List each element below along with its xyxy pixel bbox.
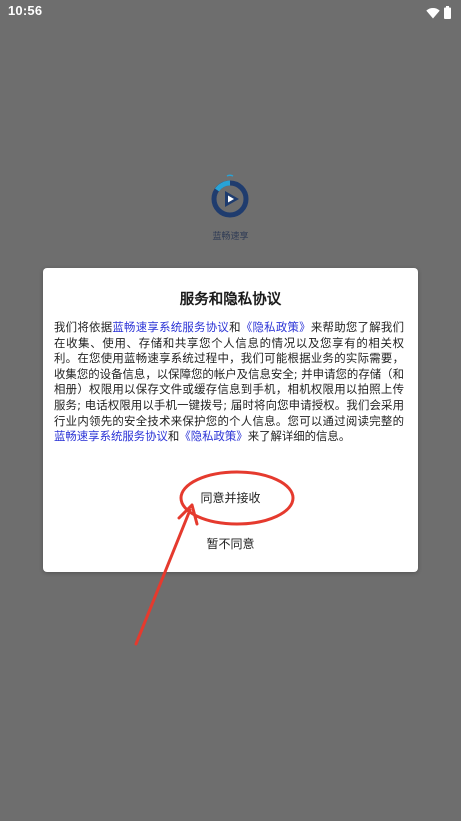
- status-bar: 10:56: [0, 0, 461, 24]
- battery-icon: [444, 4, 451, 23]
- status-icons: [426, 4, 451, 23]
- dialog-title: 服务和隐私协议: [179, 292, 282, 308]
- wifi-icon: [426, 4, 440, 23]
- app-name: 蓝畅速享: [212, 232, 249, 242]
- status-time: 10:56: [8, 3, 43, 18]
- body-text-part: 来帮助您了解我们在收集、使用、存储和共享您个人信息的情况以及您享有的相关权利。在…: [54, 320, 404, 428]
- privacy-dialog: 服务和隐私协议 我们将依据蓝畅速享系统服务协议和《隐私政策》来帮助您了解我们在收…: [43, 268, 418, 572]
- body-text-part: 来了解详细的信息。: [247, 429, 351, 444]
- body-text-part: 和: [229, 320, 241, 334]
- service-agreement-link[interactable]: 蓝畅速享系统服务协议: [112, 320, 229, 334]
- app-logo-icon: [210, 174, 250, 222]
- body-text-part: 和: [167, 429, 180, 444]
- body-text-part: 我们将依据: [54, 320, 113, 334]
- privacy-policy-link[interactable]: 《隐私政策》: [241, 320, 311, 334]
- privacy-policy-link-2[interactable]: 《隐私政策》: [179, 429, 247, 443]
- service-agreement-link-2[interactable]: 蓝畅速享系统服务协议: [54, 429, 168, 443]
- dialog-body-text: 我们将依据蓝畅速享系统服务协议和《隐私政策》来帮助您了解我们在收集、使用、存储和…: [54, 320, 404, 445]
- disagree-button[interactable]: 暂不同意: [175, 532, 286, 556]
- agree-button[interactable]: 同意并接收: [175, 486, 286, 510]
